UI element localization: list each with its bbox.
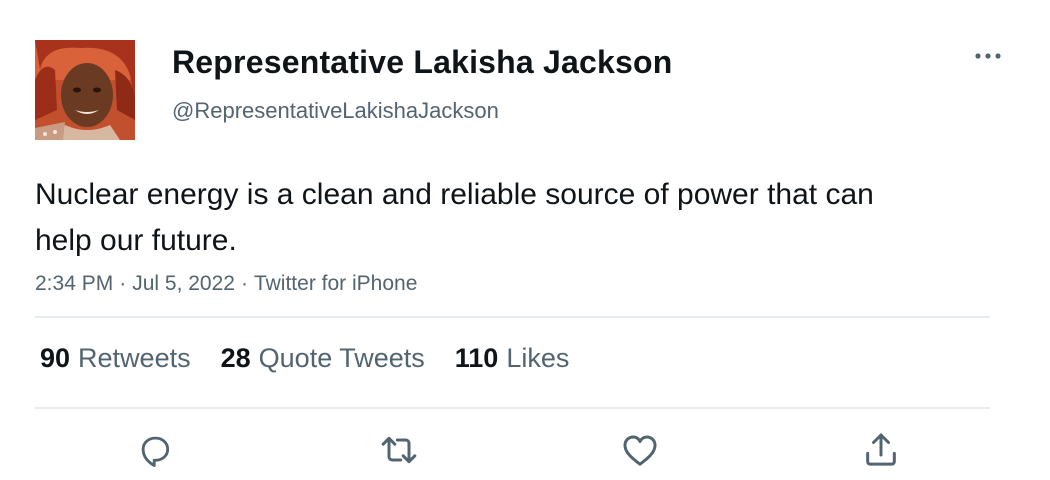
quote-tweets-label: Quote Tweets xyxy=(258,343,425,373)
likes-count: 110 xyxy=(454,343,499,373)
retweets-stat[interactable]: 90 Retweets xyxy=(40,343,191,374)
tweet-source[interactable]: Twitter for iPhone xyxy=(254,272,417,295)
retweets-label: Retweets xyxy=(78,343,191,373)
quote-tweets-stat[interactable]: 28 Quote Tweets xyxy=(221,343,425,374)
likes-stat[interactable]: 110 Likes xyxy=(455,343,570,374)
engagement-stats: 90 Retweets 28 Quote Tweets 110 Likes xyxy=(40,343,569,374)
quote-tweets-count: 28 xyxy=(220,343,251,373)
reply-button[interactable] xyxy=(133,428,177,472)
action-bar xyxy=(0,428,1050,472)
share-icon xyxy=(866,433,896,466)
heart-icon xyxy=(623,435,657,466)
retweet-button[interactable] xyxy=(377,428,421,472)
share-button[interactable] xyxy=(859,428,903,472)
like-button[interactable] xyxy=(618,428,662,472)
meta-separator: · xyxy=(119,272,127,295)
tweet-text: Nuclear energy is a clean and reliable s… xyxy=(35,178,874,257)
tweet-meta: 2:34 PM · Jul 5, 2022 · Twitter for iPhone xyxy=(35,272,417,296)
meta-separator: · xyxy=(240,272,248,295)
divider xyxy=(35,407,990,409)
tweet-time[interactable]: 2:34 PM xyxy=(35,272,113,295)
reply-icon xyxy=(141,436,170,467)
retweets-count: 90 xyxy=(40,343,71,373)
tweet-date[interactable]: Jul 5, 2022 xyxy=(132,272,235,295)
more-horizontal-icon xyxy=(975,53,1001,59)
more-options-button[interactable] xyxy=(968,42,1008,70)
user-handle[interactable]: @RepresentativeLakishaJackson xyxy=(172,98,499,124)
avatar[interactable] xyxy=(35,40,135,140)
display-name[interactable]: Representative Lakisha Jackson xyxy=(172,44,672,81)
tweet-card: Representative Lakisha Jackson @Represen… xyxy=(0,0,1050,480)
retweet-icon xyxy=(381,436,417,464)
divider xyxy=(35,316,990,318)
likes-label: Likes xyxy=(506,343,570,373)
